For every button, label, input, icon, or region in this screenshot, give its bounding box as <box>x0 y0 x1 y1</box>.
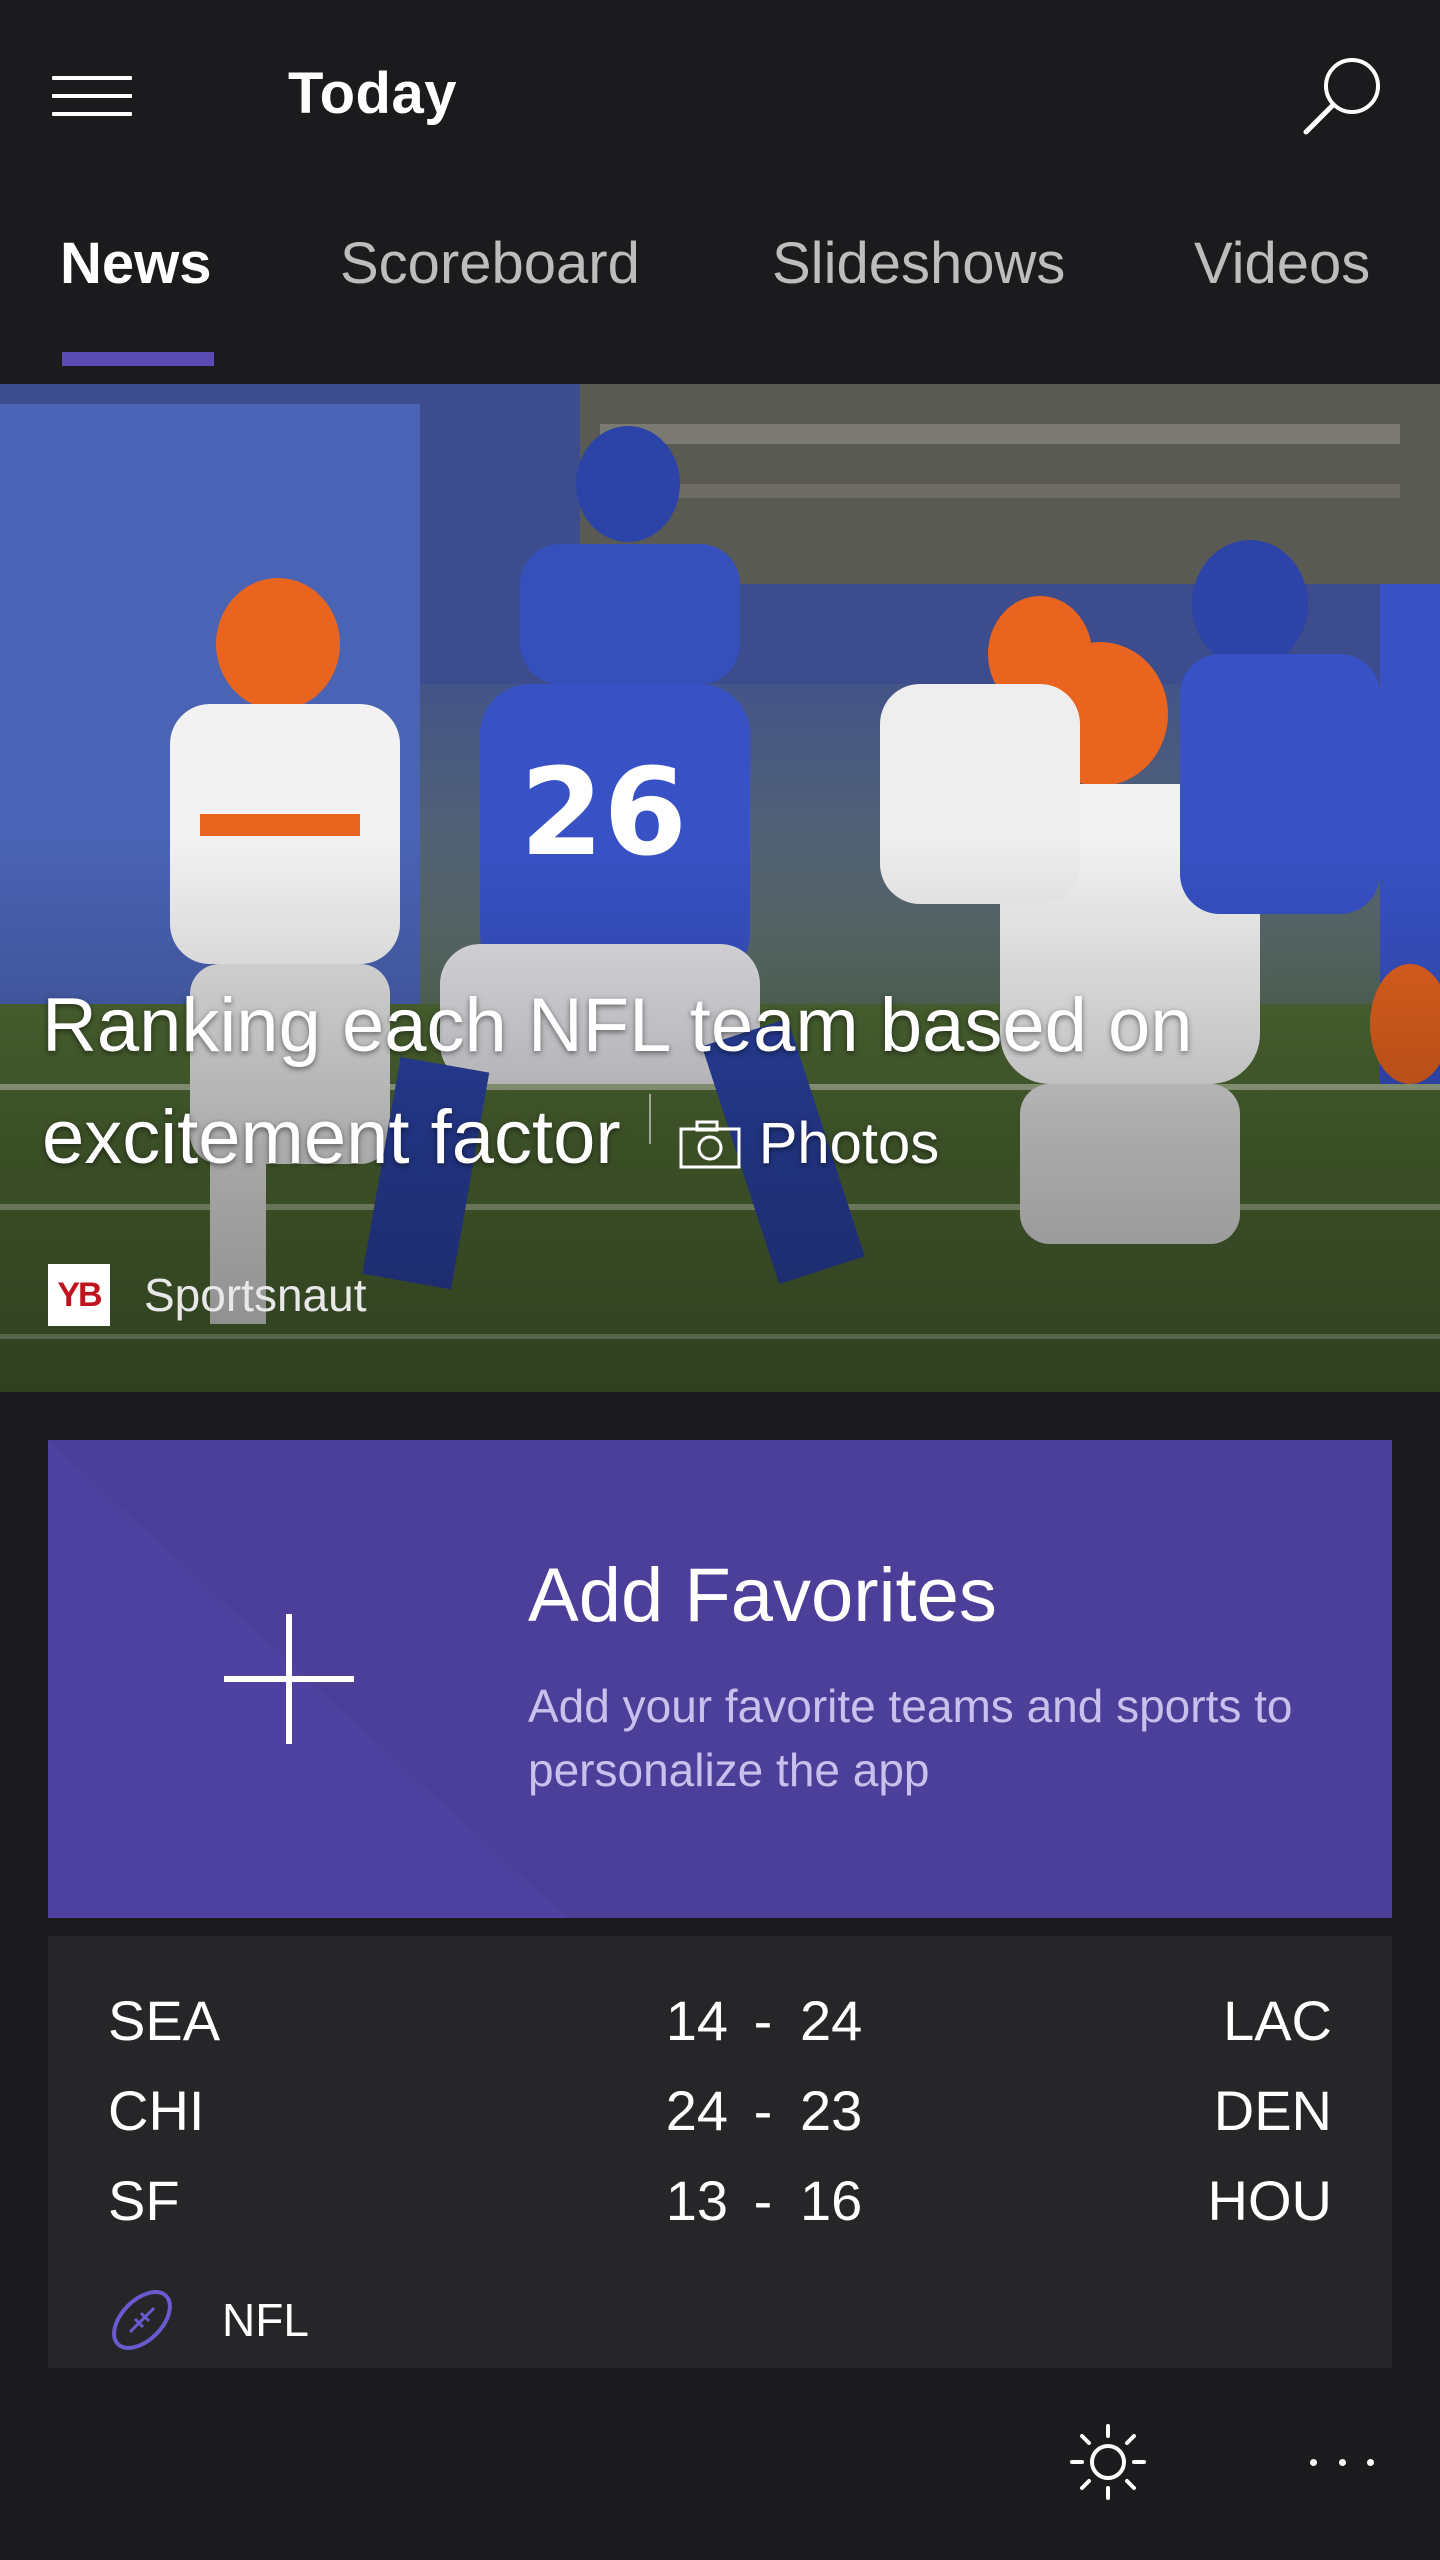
bottom-app-bar <box>0 2380 1440 2560</box>
score-separator: - <box>753 1989 773 2052</box>
add-favorites-card[interactable]: Add Favorites Add your favorite teams an… <box>48 1440 1392 1918</box>
brightness-icon[interactable] <box>1068 2422 1148 2502</box>
home-score: 24 <box>665 2079 728 2142</box>
add-favorites-title: Add Favorites <box>528 1553 997 1638</box>
pivot-tabs: News Scoreboard Slideshows Videos <box>0 230 1440 370</box>
tab-news[interactable]: News <box>60 230 212 297</box>
source-name: Sportsnaut <box>144 1269 367 1321</box>
tab-slideshows[interactable]: Slideshows <box>772 230 1065 297</box>
more-icon[interactable] <box>1310 2444 1374 2480</box>
away-score: 23 <box>800 2079 863 2142</box>
story-source: YB Sportsnaut <box>48 1262 366 1328</box>
hero-gradient-overlay <box>0 384 1440 1392</box>
photos-label: Photos <box>648 1088 940 1200</box>
score-row[interactable]: SEA 14 - 24 LAC <box>48 1988 1392 2068</box>
score-separator: - <box>753 2079 773 2142</box>
source-logo: YB <box>48 1264 110 1326</box>
hero-headline: Ranking each NFL team based on excitemen… <box>42 970 1342 1200</box>
home-score: 13 <box>665 2169 728 2232</box>
away-team: DEN <box>1213 2079 1332 2142</box>
top-header: Today <box>0 0 1440 190</box>
home-score: 14 <box>665 1989 728 2052</box>
away-score: 24 <box>800 1989 863 2052</box>
photos-label-text: Photos <box>758 1111 940 1176</box>
home-team: SEA <box>108 1989 221 2052</box>
plus-icon <box>224 1614 354 1744</box>
home-team: CHI <box>108 2079 205 2142</box>
away-team: LAC <box>1223 1989 1332 2052</box>
league-label-row: NFL <box>108 2286 309 2354</box>
football-icon <box>108 2286 176 2354</box>
home-team: SF <box>108 2169 180 2232</box>
score-separator: - <box>753 2169 773 2232</box>
camera-icon <box>648 1094 741 1169</box>
page-title: Today <box>288 61 457 126</box>
score-row[interactable]: SF 13 - 16 HOU <box>48 2168 1392 2248</box>
scores-card[interactable]: SEA 14 - 24 LAC CHI 24 - 23 DEN SF 13 - … <box>48 1936 1392 2368</box>
tab-videos[interactable]: Videos <box>1194 230 1370 297</box>
tab-scoreboard[interactable]: Scoreboard <box>340 230 640 297</box>
hero-story-card[interactable]: 26 Ranking each NFL team based on excite… <box>0 384 1440 1392</box>
add-favorites-subtitle: Add your favorite teams and sports to pe… <box>528 1680 1293 1796</box>
away-score: 16 <box>800 2169 863 2232</box>
hamburger-menu-icon[interactable] <box>52 72 136 120</box>
active-tab-indicator <box>62 352 214 366</box>
away-team: HOU <box>1207 2169 1332 2232</box>
search-icon[interactable] <box>1300 52 1388 140</box>
score-row[interactable]: CHI 24 - 23 DEN <box>48 2078 1392 2158</box>
sports-app: Today News Scoreboard Slideshows Videos <box>0 0 1440 2560</box>
hero-headline-text: Ranking each NFL team based on excitemen… <box>42 983 1193 1180</box>
league-label: NFL <box>222 2294 309 2346</box>
